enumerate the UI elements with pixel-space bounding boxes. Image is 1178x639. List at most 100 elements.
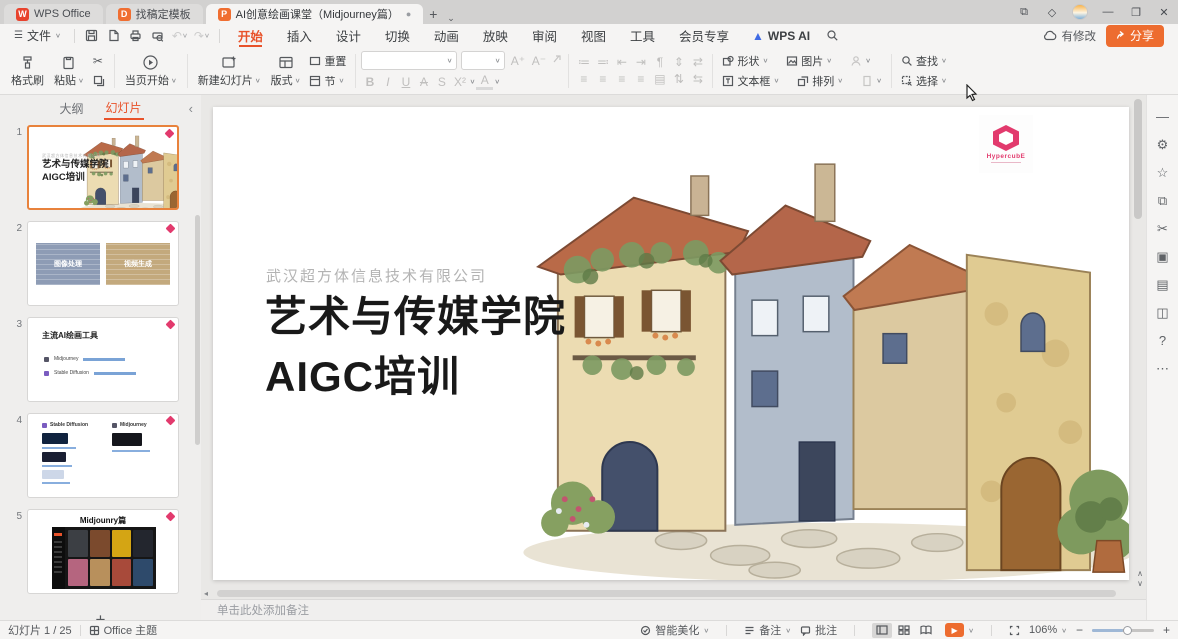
font-family-select[interactable]: ∨ xyxy=(361,51,457,70)
superscript-button[interactable]: X² xyxy=(451,75,468,89)
sync-status[interactable]: 有修改 xyxy=(1043,28,1096,44)
reading-icon[interactable]: ◫ xyxy=(1153,303,1173,322)
zoom-in-button[interactable]: + xyxy=(1163,623,1170,637)
more-tools-icon[interactable]: ⋯ xyxy=(1153,359,1173,378)
undo-icon[interactable]: ↶∨ xyxy=(170,27,190,45)
theme-indicator[interactable]: Office 主题 xyxy=(89,622,158,638)
menu-member[interactable]: 会员专享 xyxy=(668,24,740,47)
menu-home[interactable]: 开始 xyxy=(227,24,274,47)
design-tool-icon[interactable]: ▣ xyxy=(1153,247,1173,266)
slide-thumbnail-5[interactable]: Midjounry篇 xyxy=(27,509,179,594)
search-icon[interactable] xyxy=(822,27,842,45)
font-color-button[interactable]: A xyxy=(476,73,493,90)
textbox-button[interactable]: 文本框∨ xyxy=(718,72,783,89)
align-right-button[interactable]: ≡ xyxy=(612,72,631,86)
minimize-button[interactable]: — xyxy=(1094,0,1122,24)
menu-slideshow[interactable]: 放映 xyxy=(472,24,519,47)
resource-icon[interactable]: ▤ xyxy=(1153,275,1173,294)
menu-design[interactable]: 设计 xyxy=(325,24,372,47)
save-icon[interactable] xyxy=(82,27,102,45)
align-center-button[interactable]: ≡ xyxy=(593,72,612,86)
slide-thumbnail-3[interactable]: 主流AI绘画工具 Midjourney Stable Diffusion xyxy=(27,317,179,402)
slide-title-text[interactable]: 艺术与传媒学院AIGC培训 xyxy=(265,287,566,407)
shapes-button[interactable]: 形状∨ xyxy=(718,52,772,69)
line-spacing-button[interactable]: ⇕ xyxy=(669,55,688,69)
vertical-scrollbar[interactable] xyxy=(1133,97,1143,564)
slide-layout-button[interactable]: 版式∨ xyxy=(266,51,306,90)
avatar-tool-button[interactable]: ∨ xyxy=(846,52,875,69)
notes-button[interactable]: 备注∨ xyxy=(744,622,791,638)
notes-bar[interactable]: 单击此处添加备注 xyxy=(201,599,1146,620)
clear-format-icon[interactable] xyxy=(551,53,563,68)
bold-button[interactable]: B xyxy=(361,75,378,89)
menu-insert[interactable]: 插入 xyxy=(276,24,323,47)
slideshow-button[interactable]: ▶∨ xyxy=(945,623,974,637)
find-button[interactable]: 查找∨ xyxy=(897,52,951,69)
slide-1-editor[interactable]: 武汉超方体信息技术有限公司 艺术与传媒学院AIGC培训 HypercubE xyxy=(213,107,1129,580)
properties-icon[interactable]: ⚙ xyxy=(1153,135,1173,154)
shadow-button[interactable]: S xyxy=(433,75,450,89)
fit-slide-button[interactable] xyxy=(1009,625,1020,636)
italic-button[interactable]: I xyxy=(379,75,396,89)
copy-button[interactable] xyxy=(89,72,109,89)
menu-view[interactable]: 视图 xyxy=(570,24,617,47)
vertical-align-button[interactable]: ⇅ xyxy=(669,72,688,86)
arrange-button[interactable]: 排列∨ xyxy=(793,72,847,89)
file-menu[interactable]: ☰ 文件 ∨ xyxy=(8,27,67,44)
tab-template-doc[interactable]: D 找稿定模板 xyxy=(106,4,203,24)
redo-icon[interactable]: ↷∨ xyxy=(192,27,212,45)
normal-view-button[interactable] xyxy=(872,623,892,638)
sorter-view-button[interactable] xyxy=(894,623,914,638)
workspace-icon[interactable]: ⧉ xyxy=(1010,0,1038,24)
crop-icon[interactable]: ✂ xyxy=(1153,219,1173,238)
reset-button[interactable]: 重置 xyxy=(305,52,350,69)
tab-current-presentation[interactable]: P AI创意绘画课堂（Midjourney篇） ● xyxy=(206,4,424,24)
underline-button[interactable]: U xyxy=(397,75,414,89)
menu-animation[interactable]: 动画 xyxy=(423,24,470,47)
tab-wps-home[interactable]: W WPS Office xyxy=(4,4,103,24)
font-decrease-button[interactable]: A⁻ xyxy=(530,54,547,68)
labs-icon[interactable]: ◇ xyxy=(1038,0,1066,24)
format-painter-button[interactable]: 格式刷 xyxy=(6,51,49,90)
text-direction-button[interactable]: ⇄ xyxy=(688,55,707,69)
export-icon[interactable] xyxy=(104,27,124,45)
slide-thumbnail-1[interactable]: 武汉超方体信息技术有限公司 艺术与传媒学院AIGC培训 xyxy=(27,125,179,210)
align-left-button[interactable]: ≡ xyxy=(574,72,593,86)
picture-button[interactable]: 图片∨ xyxy=(782,52,836,69)
font-size-select[interactable]: ∨ xyxy=(461,51,505,70)
horizontal-scrollbar[interactable]: ◂ xyxy=(201,588,1146,599)
favorites-icon[interactable]: ☆ xyxy=(1153,163,1173,182)
company-logo[interactable]: HypercubE xyxy=(979,115,1033,173)
section-button[interactable]: 节∨ xyxy=(305,72,350,89)
paragraph-mark-button[interactable]: ¶ xyxy=(650,55,669,69)
new-slide-button[interactable]: 新建幻灯片∨ xyxy=(193,51,266,90)
help-icon[interactable]: ? xyxy=(1153,331,1173,350)
strikethrough-button[interactable]: A xyxy=(415,75,432,89)
menu-transition[interactable]: 切换 xyxy=(374,24,421,47)
smart-beautify-button[interactable]: 智能美化∨ xyxy=(640,622,709,638)
slide-thumbnail-2[interactable]: 图像处理 视频生成 xyxy=(27,221,179,306)
reading-view-button[interactable] xyxy=(916,623,936,638)
scroll-left-icon[interactable]: ◂ xyxy=(204,589,208,598)
comments-button[interactable]: 批注 xyxy=(800,622,837,638)
slide-thumbnail-4[interactable]: Stable Diffusion Midjourney xyxy=(27,413,179,498)
menu-wps-ai[interactable]: ▲ WPS AI xyxy=(742,29,820,43)
add-slide-button[interactable]: + xyxy=(0,605,201,620)
horizontal-scroll-thumb[interactable] xyxy=(217,590,1116,597)
distribute-button[interactable]: ▤ xyxy=(650,72,669,86)
collapse-rail-icon[interactable]: — xyxy=(1153,107,1173,126)
decrease-indent-button[interactable]: ⇤ xyxy=(612,55,631,69)
close-button[interactable]: ✕ xyxy=(1150,0,1178,24)
columns-button[interactable]: ⇆ xyxy=(688,72,707,86)
zoom-slider[interactable] xyxy=(1092,629,1154,632)
company-text[interactable]: 武汉超方体信息技术有限公司 xyxy=(266,265,487,286)
zoom-slider-handle[interactable] xyxy=(1123,626,1132,635)
numbered-list-button[interactable]: ≕ xyxy=(593,55,612,69)
user-avatar[interactable] xyxy=(1072,4,1088,20)
collapse-panel-icon[interactable]: ‹ xyxy=(189,101,193,116)
justify-button[interactable]: ≡ xyxy=(631,72,650,86)
paste-button[interactable]: 粘贴∨ xyxy=(49,51,89,90)
menu-tools[interactable]: 工具 xyxy=(619,24,666,47)
paste-special-icon[interactable]: ⧉ xyxy=(1153,191,1173,210)
share-button[interactable]: 分享 xyxy=(1106,25,1164,47)
